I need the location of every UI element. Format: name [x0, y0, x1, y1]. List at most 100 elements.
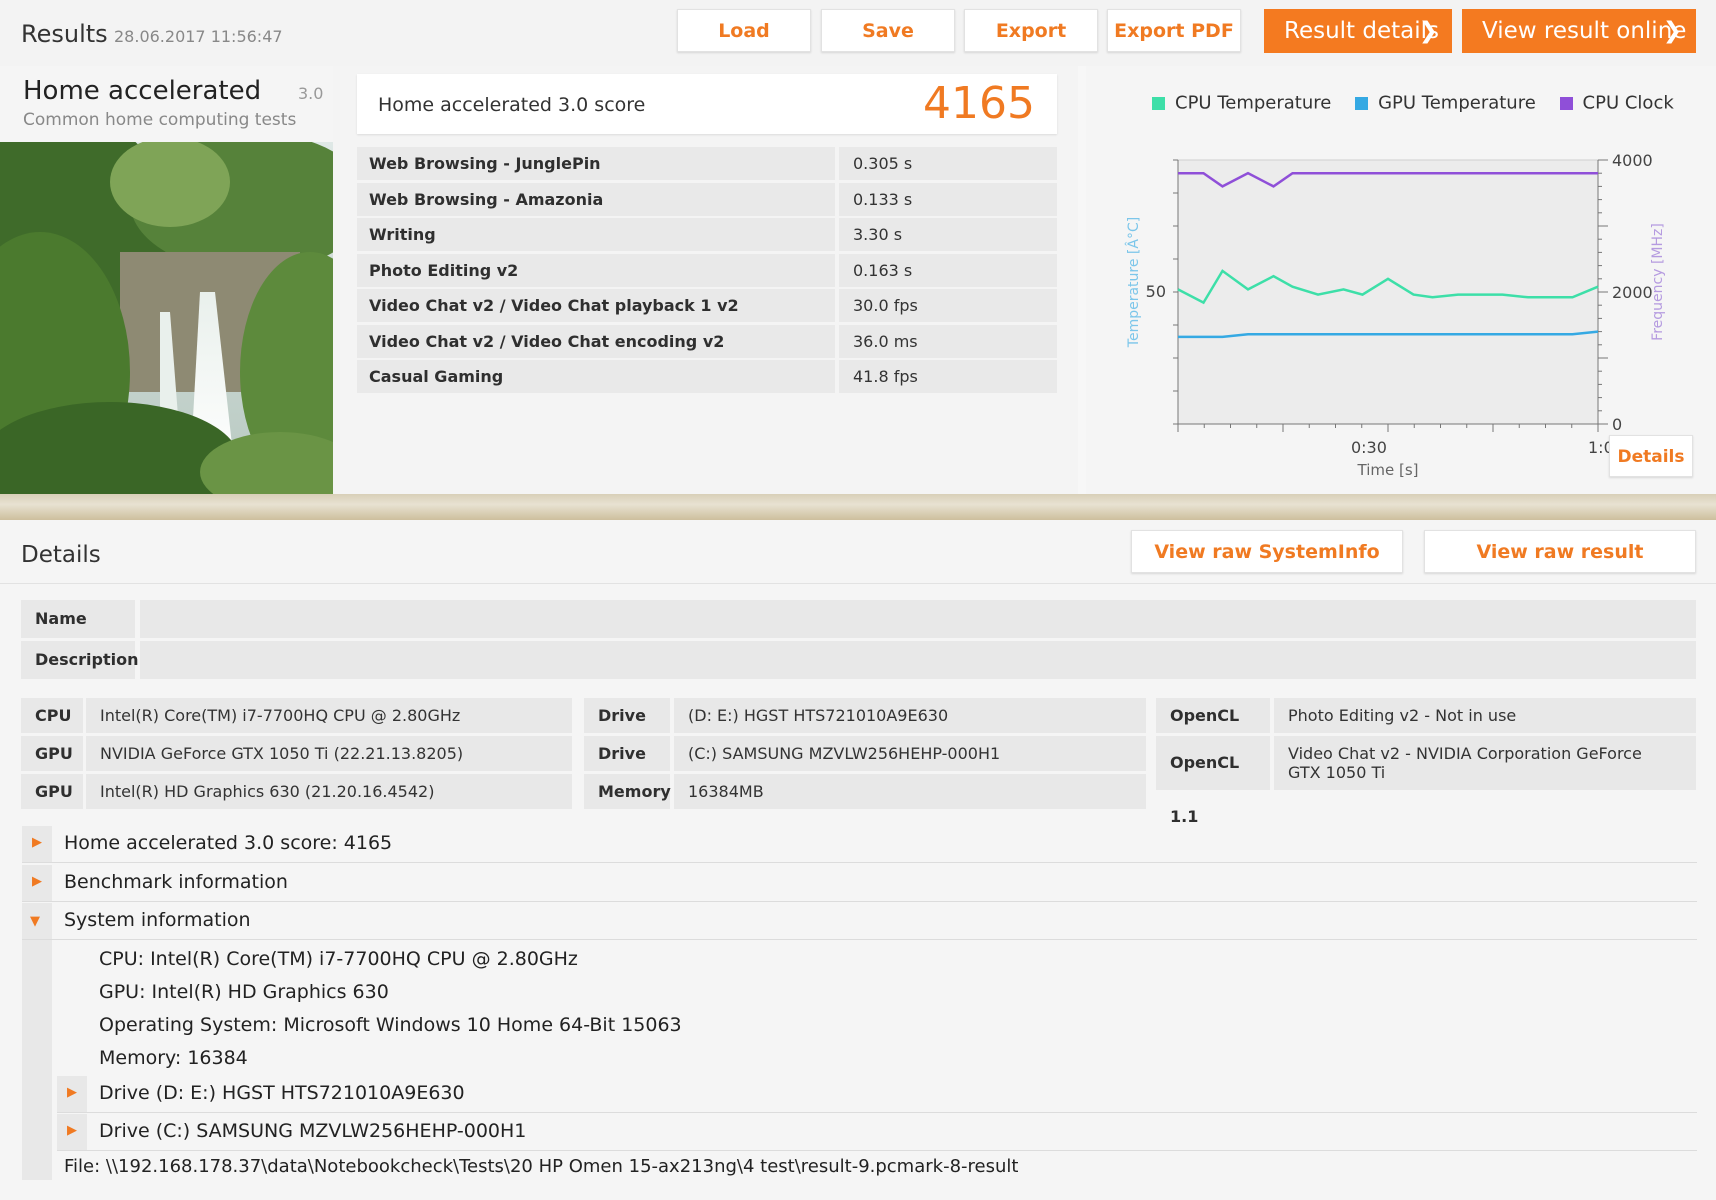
- details-section: Details View raw SystemInfo View raw res…: [0, 520, 1716, 1200]
- hw-value: Photo Editing v2 - Not in use: [1274, 698, 1696, 733]
- tree-system-label: System information: [64, 909, 251, 931]
- expand-arrow-icon[interactable]: ▶: [22, 865, 52, 901]
- hw-label: Drive: [584, 736, 670, 771]
- hw-label: Memory: [584, 774, 671, 809]
- legend-gpu-temp: GPU Temperature: [1378, 92, 1536, 114]
- score-value: 4165: [923, 78, 1035, 129]
- description-label: Description: [21, 641, 139, 679]
- load-button-label: Load: [718, 20, 770, 42]
- top-panel: Home accelerated 3.0 Common home computi…: [0, 66, 1716, 494]
- waterfall-image: [0, 142, 333, 494]
- description-label-text: Description: [35, 650, 139, 669]
- tree-item-drive1[interactable]: ▶ Drive (D: E:) HGST HTS721010A9E630: [57, 1076, 1697, 1113]
- details-separator: [0, 583, 1716, 584]
- hw-value: NVIDIA GeForce GTX 1050 Ti (22.21.13.820…: [86, 736, 572, 771]
- expand-arrow-icon[interactable]: ▶: [57, 1076, 87, 1112]
- description-value: [140, 641, 1696, 679]
- hw-value: (D: E:) HGST HTS721010A9E630: [674, 698, 1146, 733]
- result-timestamp: 28.06.2017 11:56:47: [114, 27, 283, 46]
- score-row-value: 0.163 s: [839, 253, 1057, 287]
- tree-item-system-info[interactable]: ▼ System information: [22, 903, 1697, 940]
- chevron-right-icon: ❯: [1418, 18, 1438, 44]
- load-button[interactable]: Load: [677, 9, 811, 52]
- chart-panel: CPU Temperature GPU Temperature CPU Cloc…: [1086, 66, 1716, 494]
- hw-label: CPU: [21, 698, 83, 733]
- benchmark-subtitle: Common home computing tests: [23, 110, 297, 130]
- hw-value: Intel(R) Core(TM) i7-7700HQ CPU @ 2.80GH…: [86, 698, 572, 733]
- results-title: Results: [21, 20, 108, 48]
- legend-cpu-temp: CPU Temperature: [1175, 92, 1332, 114]
- hw-value: 16384MB: [674, 774, 1146, 809]
- score-row-value: 0.133 s: [839, 182, 1057, 216]
- view-raw-systeminfo-label: View raw SystemInfo: [1154, 541, 1380, 563]
- score-row-name: Video Chat v2 / Video Chat playback 1 v2: [357, 289, 835, 322]
- details-title: Details: [21, 542, 101, 568]
- chart-details-label: Details: [1617, 447, 1685, 467]
- tree-item-score[interactable]: ▶ Home accelerated 3.0 score: 4165: [22, 826, 1697, 863]
- score-row-name: Web Browsing - Amazonia: [357, 182, 835, 216]
- score-row-value: 41.8 fps: [839, 360, 1057, 393]
- result-details-label: Result details: [1284, 18, 1440, 44]
- export-button[interactable]: Export: [964, 9, 1098, 52]
- hw-label: OpenCL 1.1: [1156, 736, 1270, 826]
- plot-area: [1177, 159, 1599, 425]
- x-tick-label: 0:30: [1351, 438, 1387, 457]
- score-row-value: 36.0 ms: [839, 324, 1057, 358]
- chart-legend: CPU Temperature GPU Temperature CPU Cloc…: [1152, 92, 1674, 114]
- view-online-label: View result online: [1482, 18, 1687, 44]
- view-raw-systeminfo-button[interactable]: View raw SystemInfo: [1131, 530, 1403, 573]
- legend-cpu-temp-swatch: [1152, 96, 1165, 110]
- hw-value: Intel(R) HD Graphics 630 (21.20.16.4542): [86, 774, 572, 809]
- hw-label: GPU: [21, 774, 83, 809]
- chevron-right-icon: ❯: [1662, 18, 1682, 44]
- chart-details-button[interactable]: Details: [1609, 435, 1693, 477]
- y-right-axis-title: Frequency [MHz]: [1650, 223, 1666, 341]
- y-left-tick-label: 50: [1146, 282, 1166, 301]
- name-label: Name: [21, 600, 135, 638]
- sys-memory-line: Memory: 16384: [99, 1047, 248, 1069]
- legend-cpu-clock: CPU Clock: [1582, 92, 1674, 114]
- hw-value: Video Chat v2 - NVIDIA Corporation GeFor…: [1274, 736, 1696, 790]
- header-bar: Results 28.06.2017 11:56:47 Load Save Ex…: [0, 0, 1716, 66]
- benchmark-card: Home accelerated 3.0 Common home computi…: [0, 66, 333, 494]
- y-left-axis-title: Temperature [Â°C]: [1124, 217, 1142, 348]
- score-row-name: Video Chat v2 / Video Chat encoding v2: [357, 324, 835, 358]
- expand-arrow-icon[interactable]: ▶: [22, 826, 52, 862]
- hw-label: Drive: [584, 698, 670, 733]
- score-row-value: 3.30 s: [839, 218, 1057, 251]
- view-result-online-button[interactable]: View result online ❯: [1462, 9, 1696, 53]
- expand-arrow-icon[interactable]: ▶: [57, 1114, 87, 1150]
- x-axis-title: Time [s]: [1357, 461, 1419, 479]
- legend-cpu-clock-swatch: [1559, 96, 1573, 110]
- score-label: Home accelerated 3.0 score: [378, 94, 646, 116]
- drive1-label: Drive (D: E:) HGST HTS721010A9E630: [99, 1082, 465, 1104]
- hw-value: (C:) SAMSUNG MZVLW256HEHP-000H1: [674, 736, 1146, 771]
- sys-gpu-line: GPU: Intel(R) HD Graphics 630: [99, 981, 389, 1003]
- hw-label: OpenCL 1.1: [1156, 698, 1270, 760]
- y-right-tick-label: 2000: [1612, 283, 1653, 302]
- save-button[interactable]: Save: [821, 9, 955, 52]
- score-row-value: 0.305 s: [839, 147, 1057, 180]
- export-pdf-button-label: Export PDF: [1114, 20, 1234, 42]
- drive2-label: Drive (C:) SAMSUNG MZVLW256HEHP-000H1: [99, 1120, 527, 1142]
- export-pdf-button[interactable]: Export PDF: [1107, 9, 1241, 52]
- export-button-label: Export: [995, 20, 1067, 42]
- file-path: File: \\192.168.178.37\data\Notebookchec…: [64, 1156, 1019, 1177]
- sys-cpu-line: CPU: Intel(R) Core(TM) i7-7700HQ CPU @ 2…: [99, 948, 578, 970]
- tree-item-benchmark-info[interactable]: ▶ Benchmark information: [22, 865, 1697, 902]
- view-raw-result-button[interactable]: View raw result: [1424, 530, 1696, 573]
- tree-benchmark-label: Benchmark information: [64, 871, 288, 893]
- score-row-name: Web Browsing - JunglePin: [357, 147, 835, 180]
- hw-label: GPU: [21, 736, 83, 771]
- benchmark-version: 3.0: [298, 84, 324, 103]
- decorative-divider: [0, 494, 1716, 520]
- sys-os-line: Operating System: Microsoft Windows 10 H…: [99, 1014, 682, 1036]
- name-value: [140, 600, 1696, 638]
- collapse-arrow-icon[interactable]: ▼: [22, 903, 52, 939]
- benchmark-name: Home accelerated: [23, 76, 262, 106]
- tree-item-drive2[interactable]: ▶ Drive (C:) SAMSUNG MZVLW256HEHP-000H1: [57, 1114, 1697, 1151]
- score-header: Home accelerated 3.0 score 4165: [357, 74, 1057, 134]
- y-right-tick-label: 0: [1612, 415, 1622, 434]
- system-info-indent: [22, 940, 52, 1180]
- result-details-button[interactable]: Result details ❯: [1264, 9, 1452, 53]
